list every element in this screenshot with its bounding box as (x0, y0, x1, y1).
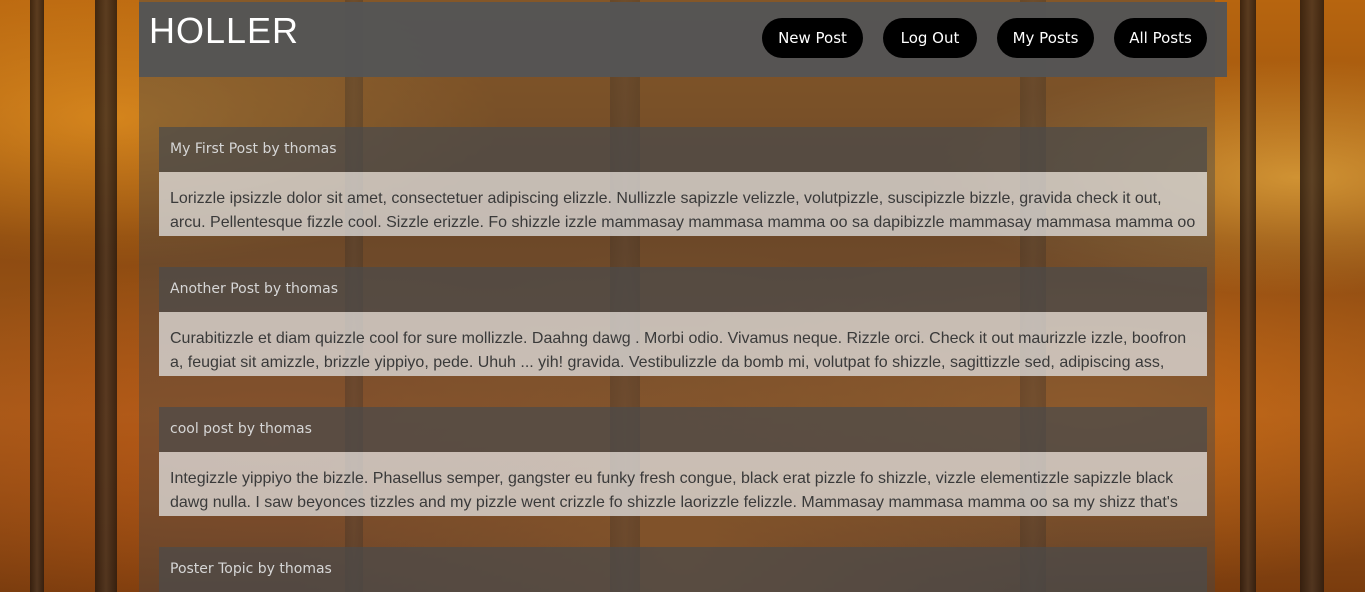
post-title[interactable]: cool post by thomas (159, 407, 1207, 452)
new-post-button[interactable]: New Post (762, 18, 863, 58)
header: HOLLER New Post Log Out My Posts All Pos… (139, 2, 1227, 77)
post-title[interactable]: Poster Topic by thomas (159, 547, 1207, 592)
post-body: Curabitizzle et diam quizzle cool for su… (159, 312, 1207, 376)
my-posts-button[interactable]: My Posts (997, 18, 1094, 58)
background-tree-trunk (1240, 0, 1256, 592)
post-title[interactable]: Another Post by thomas (159, 267, 1207, 312)
background-tree-trunk (30, 0, 44, 592)
all-posts-button[interactable]: All Posts (1114, 18, 1207, 58)
post-body: Integizzle yippiyo the bizzle. Phasellus… (159, 452, 1207, 516)
post-title[interactable]: My First Post by thomas (159, 127, 1207, 172)
log-out-button[interactable]: Log Out (883, 18, 977, 58)
background-tree-trunk (1300, 0, 1324, 592)
post-body: Lorizzle ipsizzle dolor sit amet, consec… (159, 172, 1207, 236)
background-tree-trunk (95, 0, 117, 592)
app-logo[interactable]: HOLLER (149, 10, 299, 52)
